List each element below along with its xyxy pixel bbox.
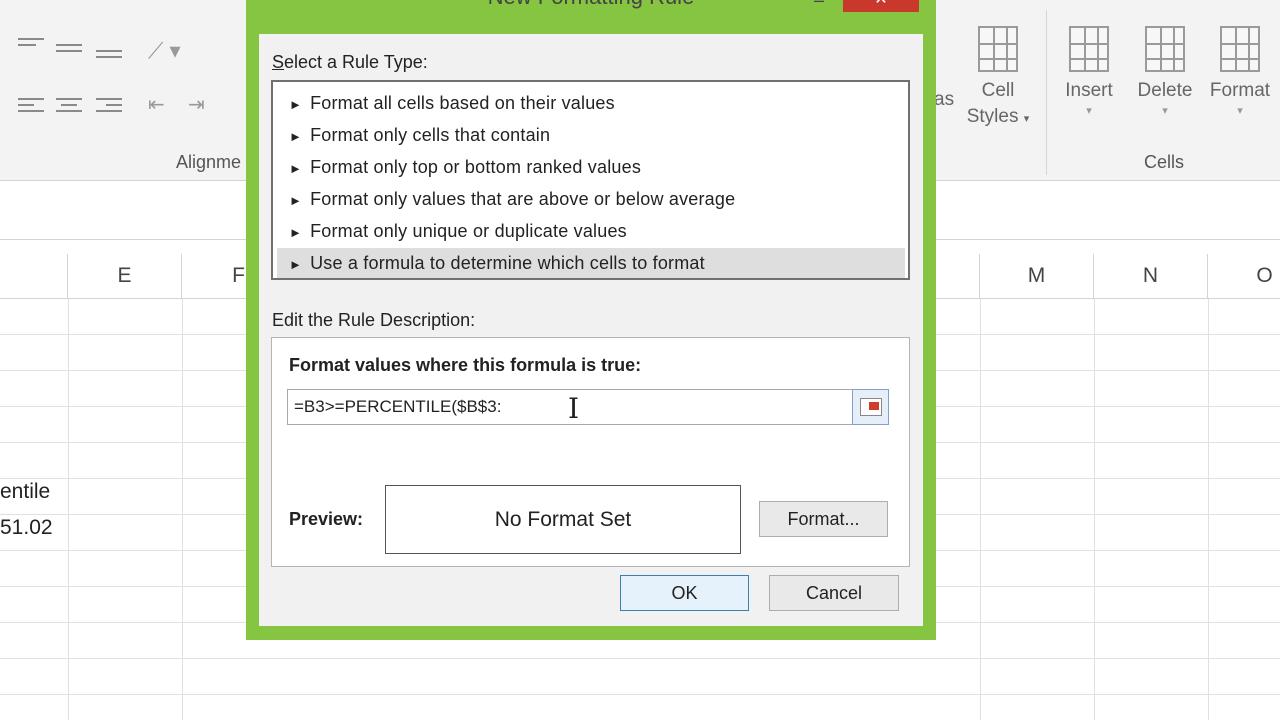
rule-type-label: Format only unique or duplicate values — [310, 221, 627, 241]
rule-type-item[interactable]: ► Format all cells based on their values — [277, 88, 905, 118]
access-key-s: S — [272, 52, 285, 72]
cell-percentile-label[interactable]: entile — [0, 480, 50, 504]
ok-button[interactable]: OK — [620, 575, 749, 611]
rule-type-item[interactable]: ► Format only top or bottom ranked values — [277, 152, 905, 182]
format-cells-icon — [1220, 26, 1260, 72]
column-header-e[interactable]: E — [68, 254, 182, 298]
delete-cells-icon — [1145, 26, 1185, 72]
chevron-down-icon: ▾ — [1162, 105, 1168, 117]
minimize-icon[interactable]: – — [814, 0, 824, 11]
chevron-down-icon: ▾ — [1086, 105, 1092, 117]
preview-label: Preview: — [289, 509, 364, 529]
rule-type-label: Format only values that are above or bel… — [310, 189, 736, 209]
rule-type-label: Format only top or bottom ranked values — [310, 157, 642, 177]
insert-button[interactable]: Insert ▾ — [1054, 26, 1124, 117]
bottom-align-icon[interactable] — [96, 50, 122, 68]
arrow-icon: ► — [289, 225, 303, 240]
rule-type-label: Use a formula to determine which cells t… — [310, 253, 705, 273]
formula-heading: Format values where this formula is true… — [289, 355, 642, 375]
select-rule-type-label: Select a Rule Type: — [272, 52, 428, 73]
edit-description-label: Edit the Rule Description: — [272, 310, 476, 330]
align-left-icon[interactable] — [18, 98, 44, 116]
column-header-o[interactable]: O — [1208, 254, 1280, 298]
align-right-icon[interactable] — [96, 98, 122, 116]
align-center-icon[interactable] — [56, 98, 82, 116]
collapse-dialog-icon — [860, 398, 882, 416]
delete-label: Delete — [1137, 80, 1193, 101]
grid-line — [980, 299, 981, 720]
column-header-l[interactable] — [936, 254, 980, 298]
format-ribbon-button[interactable]: Format ▾ — [1204, 26, 1276, 117]
chevron-down-icon: ▾ — [1237, 105, 1243, 117]
rule-type-item-selected[interactable]: ► Use a formula to determine which cells … — [277, 248, 905, 278]
middle-align-icon[interactable] — [56, 44, 82, 62]
arrow-icon: ► — [289, 257, 303, 272]
rule-type-list[interactable]: ► Format all cells based on their values … — [271, 80, 910, 280]
orientation-icon[interactable]: ⟋ ▾ — [148, 38, 181, 64]
column-header-n[interactable]: N — [1094, 254, 1208, 298]
insert-cells-icon — [1069, 26, 1109, 72]
close-icon: ✕ — [874, 0, 887, 8]
cells-group-label: Cells — [1144, 152, 1185, 172]
delete-button[interactable]: Delete ▾ — [1130, 26, 1200, 117]
preview-box: No Format Set — [385, 485, 741, 554]
grid-line — [1094, 299, 1095, 720]
grid-line — [68, 299, 69, 720]
increase-indent-icon[interactable]: ⇥ — [188, 92, 205, 117]
grid-line — [182, 299, 183, 720]
styles-partial-label: as — [934, 89, 955, 110]
alignment-group-label: Alignme — [176, 152, 242, 172]
range-select-button[interactable] — [852, 389, 889, 425]
rule-type-item[interactable]: ► Format only cells that contain — [277, 120, 905, 150]
select-rule-type-text: elect a Rule Type: — [284, 52, 428, 72]
ribbon-separator — [1046, 10, 1047, 175]
top-align-icon[interactable] — [18, 38, 44, 56]
arrow-icon: ► — [289, 97, 303, 112]
rule-type-item[interactable]: ► Format only values that are above or be… — [277, 184, 905, 214]
rule-type-label: Format only cells that contain — [310, 125, 551, 145]
format-ribbon-label: Format — [1209, 80, 1271, 101]
rule-type-item[interactable]: ► Format only unique or duplicate values — [277, 216, 905, 246]
text-cursor-icon: I — [568, 392, 580, 425]
arrow-icon: ► — [289, 161, 303, 176]
dialog-title: New Formatting Rule — [246, 0, 936, 10]
cell-styles-label-1: Cell — [981, 80, 1015, 101]
format-button[interactable]: Format... — [759, 501, 888, 537]
decrease-indent-icon[interactable]: ⇤ — [148, 92, 165, 117]
cell-styles-label-2: Styles ▾ — [966, 106, 1030, 127]
arrow-icon: ► — [289, 193, 303, 208]
cell-styles-button[interactable]: Cell Styles ▾ — [960, 26, 1036, 128]
close-button[interactable]: ✕ — [843, 0, 919, 12]
cell-styles-icon — [978, 26, 1018, 72]
column-header-m[interactable]: M — [980, 254, 1094, 298]
arrow-icon: ► — [289, 129, 303, 144]
grid-line — [1208, 299, 1209, 720]
cell-percentile-value[interactable]: 51.02 — [0, 516, 53, 540]
cancel-button[interactable]: Cancel — [769, 575, 899, 611]
insert-label: Insert — [1065, 80, 1113, 101]
rule-type-label: Format all cells based on their values — [310, 93, 615, 113]
column-header-d[interactable] — [0, 254, 68, 298]
formula-input[interactable]: =B3>=PERCENTILE($B$3: — [287, 389, 889, 425]
